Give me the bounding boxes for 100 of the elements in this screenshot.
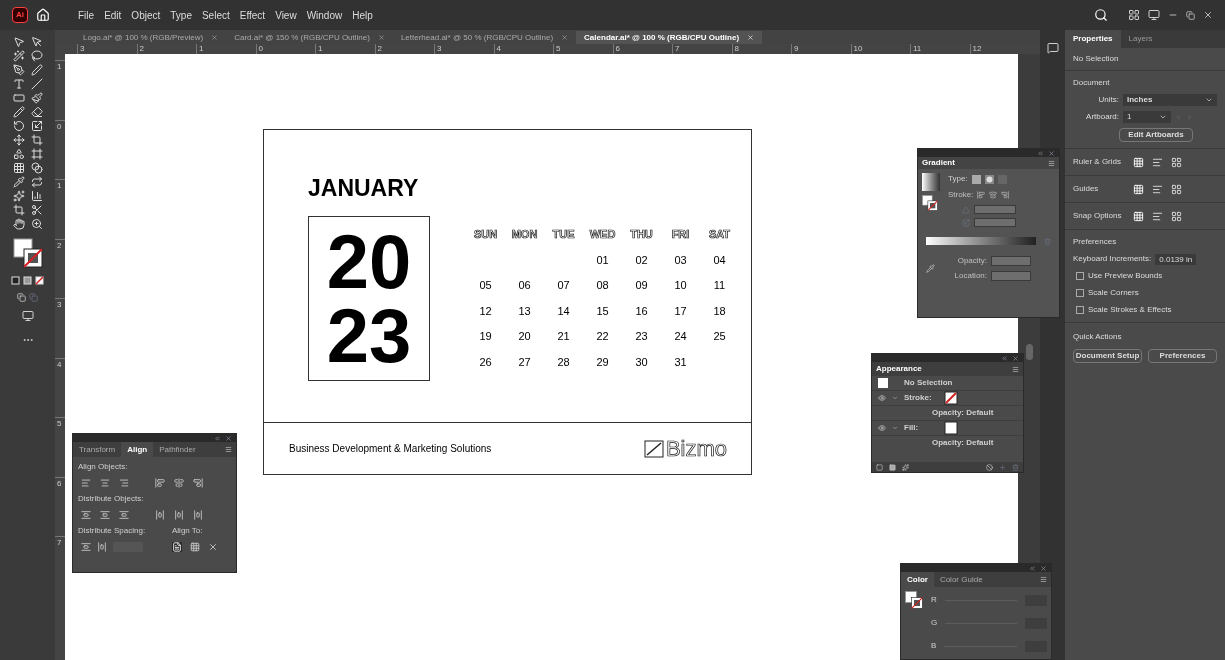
expand-icon[interactable]: [892, 425, 898, 431]
search-icon[interactable]: [1094, 8, 1108, 22]
gradient-mode-icon[interactable]: [23, 276, 32, 285]
selection-tool-icon[interactable]: [12, 36, 25, 48]
hand-tool-icon[interactable]: [12, 218, 25, 230]
option-toggle-icon[interactable]: [1152, 210, 1163, 222]
stroke-swatch[interactable]: [944, 391, 958, 405]
align-to-selection-icon[interactable]: [190, 542, 200, 552]
align-vertical-icon[interactable]: [174, 478, 184, 488]
distribute-vertical-icon[interactable]: [119, 510, 129, 520]
magic-wand-icon[interactable]: [12, 50, 25, 62]
graph-tool-icon[interactable]: [30, 190, 43, 202]
menu-item[interactable]: Effect: [239, 7, 266, 23]
distribute-spacing-icon[interactable]: [97, 542, 107, 552]
edit-artboards-button[interactable]: Edit Artboards: [1119, 128, 1193, 142]
collapse-icon[interactable]: [1001, 354, 1008, 362]
document-tab[interactable]: Letterhead.ai* @ 50 % (RGB/CPU Outline): [392, 31, 577, 44]
distribute-horizontal-icon[interactable]: [193, 510, 203, 520]
visibility-icon[interactable]: [878, 424, 886, 432]
panel-tab[interactable]: Color: [901, 572, 934, 587]
direct-selection-tool-icon[interactable]: [30, 36, 43, 48]
option-toggle-icon[interactable]: [1133, 156, 1144, 168]
color-mode-icon[interactable]: [11, 276, 20, 285]
comments-icon[interactable]: [1046, 42, 1059, 54]
align-horizontal-icon[interactable]: [100, 478, 110, 488]
collapse-icon[interactable]: [1037, 149, 1044, 157]
fill-stroke-swatches-icon[interactable]: [12, 238, 43, 268]
curvature-pen-icon[interactable]: [30, 64, 43, 76]
close-tab-icon[interactable]: [377, 34, 385, 41]
menu-item[interactable]: Window: [306, 7, 343, 23]
option-toggle-icon[interactable]: [1171, 156, 1182, 168]
rotate-tool-icon[interactable]: [12, 120, 25, 132]
distribute-vertical-icon[interactable]: [81, 510, 91, 520]
home-icon[interactable]: [36, 8, 50, 22]
screen-mode-icon[interactable]: [1148, 9, 1160, 21]
eyedropper-icon[interactable]: [12, 176, 25, 188]
panel-tab[interactable]: Properties: [1065, 30, 1121, 48]
lasso-icon[interactable]: [30, 50, 43, 62]
option-toggle-icon[interactable]: [1171, 210, 1182, 222]
line-tool-icon[interactable]: [30, 78, 43, 90]
slice-tool-icon[interactable]: [30, 204, 43, 216]
type-tool-icon[interactable]: [12, 78, 25, 90]
close-tab-icon[interactable]: [747, 34, 755, 41]
distribute-spacing-icon[interactable]: [81, 542, 91, 552]
panel-menu-icon[interactable]: [225, 446, 232, 453]
linear-gradient-icon[interactable]: [971, 174, 981, 184]
mesh-tool-icon[interactable]: [12, 162, 25, 174]
menu-item[interactable]: Select: [201, 7, 230, 23]
quick-action-button[interactable]: Document Setup: [1073, 349, 1142, 363]
scrollbar-thumb[interactable]: [1025, 344, 1033, 360]
align-horizontal-icon[interactable]: [81, 478, 91, 488]
radial-gradient-icon[interactable]: [984, 174, 994, 184]
distribute-horizontal-icon[interactable]: [155, 510, 165, 520]
align-horizontal-icon[interactable]: [119, 478, 129, 488]
location-field[interactable]: [991, 271, 1031, 281]
menu-item[interactable]: Help: [352, 7, 373, 23]
document-tab[interactable]: Card.ai* @ 150 % (RGB/CPU Outline): [226, 31, 393, 44]
zoom-tool-icon[interactable]: [30, 218, 43, 230]
panel-tab[interactable]: Color Guide: [933, 572, 989, 587]
attribute-label[interactable]: Stroke:: [904, 392, 938, 404]
panel-tab[interactable]: Align: [121, 442, 154, 457]
rectangle-tool-icon[interactable]: [12, 92, 25, 104]
checkbox[interactable]: [1076, 289, 1084, 297]
opacity-field[interactable]: [991, 256, 1031, 266]
panel-tab[interactable]: Layers: [1120, 30, 1161, 48]
fill-swatch[interactable]: [944, 421, 958, 435]
align-vertical-icon[interactable]: [155, 478, 165, 488]
collapse-icon[interactable]: [214, 434, 221, 442]
clear-appearance-icon[interactable]: [986, 463, 993, 471]
close-icon[interactable]: [1048, 149, 1055, 157]
artboard-dropdown[interactable]: 1: [1123, 111, 1171, 123]
menu-item[interactable]: File: [78, 7, 95, 23]
option-toggle-icon[interactable]: [1133, 183, 1144, 195]
collapse-icon[interactable]: [1029, 564, 1036, 572]
panel-tab[interactable]: Transform: [73, 442, 122, 457]
option-toggle-icon[interactable]: [1133, 210, 1144, 222]
document-tab[interactable]: Logo.ai* @ 100 % (RGB/Preview): [75, 31, 227, 44]
keyboard-increment-field[interactable]: 0.0139 in: [1155, 253, 1197, 265]
close-icon[interactable]: [225, 434, 232, 442]
align-to-artboard-icon[interactable]: [172, 542, 182, 552]
menu-item[interactable]: View: [275, 7, 297, 23]
paintbrush-icon[interactable]: [30, 92, 43, 104]
checkbox[interactable]: [1076, 306, 1084, 314]
none-mode-icon[interactable]: [35, 276, 44, 285]
stroke-option-icon[interactable]: [1001, 191, 1010, 199]
pencil-icon[interactable]: [12, 106, 25, 118]
change-screen-mode-icon[interactable]: [21, 310, 34, 322]
stroke-option-icon[interactable]: [977, 191, 986, 199]
panel-menu-icon[interactable]: [1040, 576, 1047, 583]
fill-stroke-swatches-icon[interactable]: [922, 195, 938, 211]
fill-stroke-swatches-icon[interactable]: [905, 591, 923, 609]
quick-action-button[interactable]: Preferences: [1148, 349, 1217, 363]
gradient-swatch[interactable]: [922, 173, 940, 191]
distribute-horizontal-icon[interactable]: [174, 510, 184, 520]
scale-tool-icon[interactable]: [30, 120, 43, 132]
eyedropper-icon[interactable]: [926, 264, 935, 273]
panel-menu-icon[interactable]: [1048, 159, 1055, 167]
close-tab-icon[interactable]: [211, 34, 219, 41]
option-toggle-icon[interactable]: [1152, 183, 1163, 195]
aspect-ratio-field[interactable]: [974, 218, 1016, 227]
